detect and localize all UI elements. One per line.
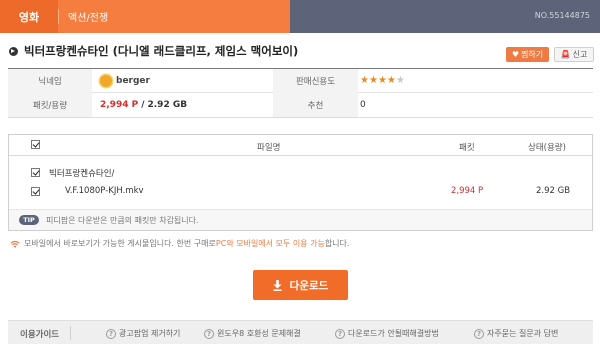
- guide-link-faq[interactable]: ? 자주묻는 질문과 답변: [474, 328, 558, 339]
- star-icon: ★: [386, 75, 396, 86]
- size-value: 2.92 GB: [147, 100, 188, 110]
- category-sub[interactable]: 액션/전쟁: [58, 0, 290, 33]
- category-divider: [58, 9, 59, 24]
- nickname-label: 닉네임: [8, 69, 92, 93]
- file-list: 파일명 패킷 상태(용량) 빅터프랑켄슈타인/ V.F.1080P-KJH.mk…: [8, 134, 593, 231]
- guide-link-win8[interactable]: ? 윈도우8 호환성 문제해결: [204, 328, 301, 339]
- recommend-label: 추천: [273, 93, 358, 117]
- select-all-checkbox[interactable]: [31, 140, 40, 149]
- post-title: 빅터프랑켄슈타인 (다니엘 래드클리프, 제임스 맥어보이): [24, 44, 299, 58]
- info-row: 닉네임 berger 판매신용도 ★ ★ ★ ★ ★: [8, 69, 593, 93]
- info-table: 닉네임 berger 판매신용도 ★ ★ ★ ★ ★ 패킷/용량 2,994 P / 2…: [8, 68, 593, 118]
- nickname[interactable]: berger: [116, 76, 150, 86]
- col-packet: 패킷: [459, 143, 475, 153]
- nickname-value[interactable]: berger: [100, 69, 150, 93]
- guide-link-label: 윈도우8 호환성 문제해결: [217, 329, 301, 338]
- size-separator: /: [141, 100, 145, 110]
- question-icon: ?: [204, 328, 214, 339]
- star-icon: ★: [395, 75, 405, 86]
- file-list-header: 파일명 패킷 상태(용량): [9, 135, 592, 156]
- star-rating: ★ ★ ★ ★ ★: [360, 76, 405, 86]
- recommend-value: 0: [360, 100, 366, 110]
- star-icon: ★: [368, 75, 378, 86]
- col-filename: 파일명: [257, 143, 281, 153]
- mobile-note-text: 모바일에서 바로보기가 가능한 게시물입니다. 한번 구매로: [24, 239, 216, 248]
- report-button[interactable]: 🚨 신고: [554, 47, 594, 62]
- star-icon: ★: [377, 75, 387, 86]
- packet-size-value: 2,994 P / 2.92 GB: [100, 93, 187, 117]
- guide-link-popup[interactable]: ? 광고팝업 제거하기: [106, 328, 180, 339]
- mobile-note-end: 합니다.: [324, 239, 350, 248]
- file-size: 2.92 GB: [536, 186, 571, 196]
- post-number-bar: NO.55144875: [290, 0, 600, 33]
- file-name: V.F.1080P-KJH.mkv: [65, 186, 144, 196]
- col-status: 상태(용량): [528, 143, 566, 153]
- guide-link-label: 다운로드가 안될때해결방법: [348, 329, 439, 338]
- favorite-label: 찜하기: [521, 50, 544, 59]
- report-label: 신고: [572, 50, 588, 59]
- alarm-icon: 🚨: [560, 50, 571, 59]
- guide-label: 이용가이드: [20, 330, 60, 340]
- packet-value: 2,994 P: [100, 100, 139, 110]
- category-sub-label: 액션/전쟁: [68, 13, 109, 24]
- folder-checkbox[interactable]: [31, 168, 40, 177]
- file-checkbox[interactable]: [31, 187, 40, 196]
- heart-icon: ♥: [511, 50, 520, 59]
- trust-rating: ★ ★ ★ ★ ★: [360, 69, 405, 93]
- mobile-note: 모바일에서 바로보기가 가능한 게시물입니다. 한번 구매로 PC와 모바일에서…: [10, 238, 349, 249]
- title-row: 빅터프랑켄슈타인 (다니엘 래드클리프, 제임스 맥어보이) ♥ 찜하기 🚨 신…: [0, 33, 600, 67]
- star-icon: ★: [360, 75, 369, 86]
- info-row: 패킷/용량 2,994 P / 2.92 GB 추천 0: [8, 93, 593, 117]
- wifi-icon: [10, 240, 20, 248]
- folder-row: 빅터프랑켄슈타인/: [9, 163, 592, 182]
- file-packet: 2,994 P: [451, 186, 484, 196]
- question-icon: ?: [106, 328, 116, 339]
- question-icon: ?: [335, 328, 345, 339]
- guide-bar: 이용가이드 ? 광고팝업 제거하기 ? 윈도우8 호환성 문제해결 ? 다운로드…: [8, 320, 593, 344]
- folder-name: 빅터프랑켄슈타인/: [49, 169, 115, 179]
- category-bar: 영화 액션/전쟁 NO.55144875: [0, 0, 600, 33]
- packet-label: 패킷/용량: [8, 93, 92, 117]
- play-bullet-icon: [9, 47, 18, 56]
- category-main[interactable]: 영화: [0, 0, 58, 33]
- seller-level-icon: [100, 75, 112, 87]
- guide-link-label: 자주묻는 질문과 답변: [487, 329, 559, 338]
- download-button[interactable]: 다운로드: [253, 270, 348, 300]
- download-icon: [273, 279, 282, 291]
- mobile-note-highlight: PC와 모바일에서 모두 이용 가능: [215, 239, 325, 248]
- tip-badge: TIP: [19, 215, 39, 225]
- favorite-button[interactable]: ♥ 찜하기: [506, 47, 549, 62]
- download-label: 다운로드: [289, 279, 329, 292]
- file-row: V.F.1080P-KJH.mkv 2,994 P 2.92 GB: [9, 182, 592, 201]
- guide-link-label: 광고팝업 제거하기: [119, 329, 181, 338]
- question-icon: ?: [474, 328, 484, 339]
- trust-label: 판매신용도: [273, 69, 358, 93]
- tip-row: TIP 피디팜은 다운받은 만큼의 패킷만 차감됩니다.: [9, 209, 592, 230]
- tip-text: 피디팜은 다운받은 만큼의 패킷만 차감됩니다.: [46, 216, 199, 225]
- guide-link-download-fix[interactable]: ? 다운로드가 안될때해결방법: [335, 328, 439, 339]
- post-number: NO.55144875: [534, 11, 590, 20]
- guide-divider: [70, 326, 71, 340]
